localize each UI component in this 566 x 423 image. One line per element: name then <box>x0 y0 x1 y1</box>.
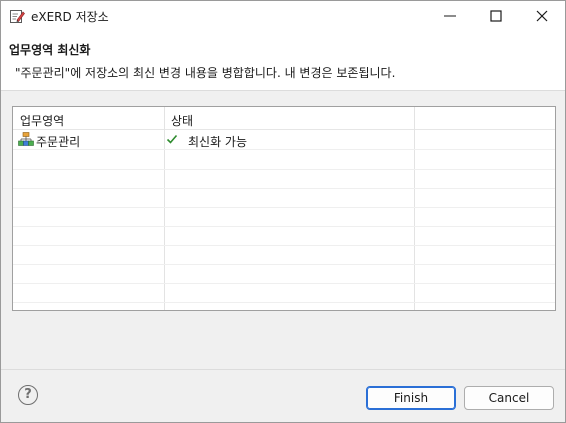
area-name: 주문관리 <box>36 135 81 149</box>
help-button[interactable]: ? <box>18 385 38 405</box>
empty-row <box>13 226 555 246</box>
cancel-button[interactable]: Cancel <box>464 386 554 410</box>
finish-button[interactable]: Finish <box>366 386 456 410</box>
close-icon <box>536 10 548 22</box>
minimize-button[interactable] <box>427 1 473 31</box>
dialog-window: eXERD 저장소 업무영역 최신화 "주문관리"에 저장소의 최신 변경 내용… <box>0 0 566 423</box>
footer-divider <box>1 369 565 370</box>
empty-row <box>13 207 555 227</box>
title-bar: eXERD 저장소 <box>1 1 565 31</box>
maximize-icon <box>490 10 502 22</box>
table-header: 업무영역 상태 <box>13 107 555 130</box>
column-header-status[interactable]: 상태 <box>171 112 193 129</box>
empty-row <box>13 150 555 170</box>
window-title: eXERD 저장소 <box>31 10 109 24</box>
wizard-header: 업무영역 최신화 "주문관리"에 저장소의 최신 변경 내용을 병합합니다. 내… <box>1 31 565 91</box>
minimize-icon <box>444 15 456 17</box>
area-table[interactable]: 업무영역 상태 주문관리 최신화 가능 <box>12 106 556 311</box>
close-button[interactable] <box>519 1 565 31</box>
empty-row <box>13 245 555 265</box>
check-icon <box>166 133 178 145</box>
status-text: 최신화 가능 <box>188 135 248 149</box>
empty-row <box>13 264 555 284</box>
empty-row <box>13 283 555 303</box>
header-title: 업무영역 최신화 <box>9 43 91 57</box>
header-message: "주문관리"에 저장소의 최신 변경 내용을 병합합니다. 내 변경은 보존됩니… <box>15 66 396 80</box>
edit-note-icon <box>9 8 25 24</box>
column-header-area[interactable]: 업무영역 <box>20 112 64 129</box>
maximize-button[interactable] <box>473 1 519 31</box>
empty-row <box>13 188 555 208</box>
empty-row <box>13 169 555 189</box>
group-tree-icon <box>18 132 34 147</box>
table-row[interactable]: 주문관리 최신화 가능 <box>13 130 555 150</box>
